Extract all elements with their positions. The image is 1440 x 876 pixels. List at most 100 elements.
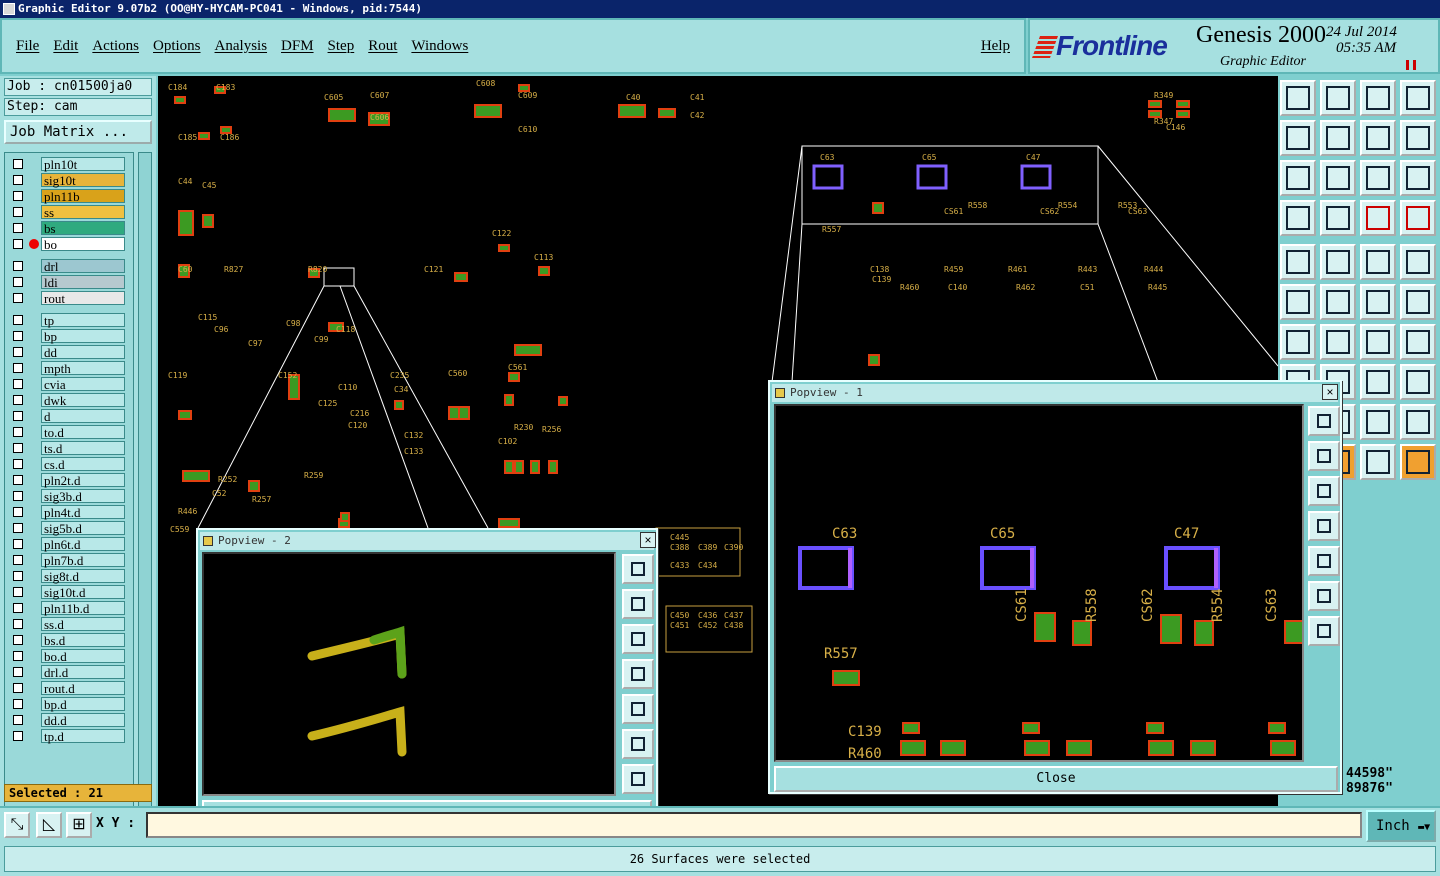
menu-edit[interactable]: Edit bbox=[53, 38, 78, 55]
popview-2-canvas[interactable] bbox=[202, 552, 616, 796]
save-icon[interactable] bbox=[1320, 80, 1356, 116]
layer-name[interactable]: sig8t.d bbox=[41, 569, 125, 583]
popview-1-titlebar[interactable]: Popview - 1 bbox=[772, 384, 1338, 402]
layer-checkbox[interactable] bbox=[13, 223, 23, 233]
popview-1-close-icon[interactable]: × bbox=[1322, 384, 1338, 400]
layer-checkbox[interactable] bbox=[13, 277, 23, 287]
layer-checkbox[interactable] bbox=[13, 731, 23, 741]
home-icon[interactable] bbox=[1360, 80, 1396, 116]
pan-left-icon[interactable] bbox=[1308, 511, 1340, 541]
layer-checkbox[interactable] bbox=[13, 331, 23, 341]
layer-name[interactable]: pln4t.d bbox=[41, 505, 125, 519]
layer-checkbox[interactable] bbox=[13, 555, 23, 565]
layer-checkbox[interactable] bbox=[13, 507, 23, 517]
popview-1-canvas[interactable]: C63 C65 C47 R557 CS61 R558 CS62 R554 CS63 C139 R46… bbox=[774, 404, 1304, 762]
route-icon[interactable] bbox=[1400, 444, 1436, 480]
pan-up-icon[interactable] bbox=[1308, 441, 1340, 471]
layer-name[interactable]: ldi bbox=[41, 275, 125, 289]
layer-name[interactable]: pln10t bbox=[41, 157, 125, 171]
layer-name[interactable]: dd bbox=[41, 345, 125, 359]
layer-name[interactable]: pln11b bbox=[41, 189, 125, 203]
add-feature-icon[interactable] bbox=[1280, 244, 1316, 280]
grid-icon[interactable]: ⊞ bbox=[66, 812, 92, 838]
menu-file[interactable]: File bbox=[16, 38, 39, 55]
layer-checkbox[interactable] bbox=[13, 587, 23, 597]
layer-checkbox[interactable] bbox=[13, 261, 23, 271]
font-icon[interactable] bbox=[1400, 324, 1436, 360]
layer-name[interactable]: pln6t.d bbox=[41, 537, 125, 551]
layer-checkbox[interactable] bbox=[13, 207, 23, 217]
pan-right-icon[interactable] bbox=[622, 694, 654, 724]
layer-name[interactable]: bo bbox=[41, 237, 125, 251]
layer-compare-icon[interactable] bbox=[1360, 200, 1396, 236]
layer-checkbox[interactable] bbox=[13, 379, 23, 389]
pan-left-icon[interactable] bbox=[622, 659, 654, 689]
layer-name[interactable]: sig5b.d bbox=[41, 521, 125, 535]
menu-options[interactable]: Options bbox=[153, 38, 201, 55]
layer-checkbox[interactable] bbox=[13, 443, 23, 453]
layer-checkbox[interactable] bbox=[13, 635, 23, 645]
menu-actions[interactable]: Actions bbox=[92, 38, 139, 55]
layer-name[interactable]: to.d bbox=[41, 425, 125, 439]
pause-icon[interactable] bbox=[1406, 60, 1416, 70]
arc-icon[interactable] bbox=[1360, 324, 1396, 360]
zoom-in-icon[interactable] bbox=[622, 729, 654, 759]
layer-name[interactable]: rout bbox=[41, 291, 125, 305]
layer-name[interactable]: rout.d bbox=[41, 681, 125, 695]
layer-name[interactable]: bs.d bbox=[41, 633, 125, 647]
help-query-icon[interactable] bbox=[1400, 160, 1436, 196]
popview-2-close-icon[interactable]: × bbox=[640, 532, 656, 548]
grid-icon[interactable] bbox=[1320, 200, 1356, 236]
layer-name[interactable]: ss.d bbox=[41, 617, 125, 631]
layer-checkbox[interactable] bbox=[13, 523, 23, 533]
redo-icon[interactable] bbox=[1400, 120, 1436, 156]
zoom-fit-icon[interactable] bbox=[622, 554, 654, 584]
layout-icon[interactable] bbox=[1400, 80, 1436, 116]
open-step-icon[interactable] bbox=[1280, 80, 1316, 116]
layer-checkbox[interactable] bbox=[13, 667, 23, 677]
menu-help[interactable]: Help bbox=[981, 38, 1010, 55]
zoom-in-icon[interactable] bbox=[1308, 581, 1340, 611]
layer-checkbox[interactable] bbox=[13, 347, 23, 357]
tool-c-icon[interactable] bbox=[1400, 364, 1436, 400]
layer-name[interactable]: dwk bbox=[41, 393, 125, 407]
layer-name[interactable]: bp.d bbox=[41, 697, 125, 711]
layer-checkbox[interactable] bbox=[13, 459, 23, 469]
layer-toggle-icon[interactable] bbox=[1400, 200, 1436, 236]
tool-f-icon[interactable] bbox=[1360, 404, 1396, 440]
cross-icon[interactable] bbox=[1320, 284, 1356, 320]
unit-selector[interactable]: Inch ▬▼ bbox=[1366, 810, 1436, 842]
pointer-icon[interactable] bbox=[1360, 444, 1396, 480]
snap-point-icon[interactable] bbox=[1400, 284, 1436, 320]
layer-checkbox[interactable] bbox=[13, 683, 23, 693]
layer-checkbox[interactable] bbox=[13, 191, 23, 201]
pan-down-icon[interactable] bbox=[622, 624, 654, 654]
zoom-out-icon[interactable] bbox=[1308, 616, 1340, 646]
layer-name[interactable]: tp.d bbox=[41, 729, 125, 743]
layer-checkbox[interactable] bbox=[13, 571, 23, 581]
layer-name[interactable]: tp bbox=[41, 313, 125, 327]
layer-checkbox[interactable] bbox=[13, 619, 23, 629]
menu-step[interactable]: Step bbox=[328, 38, 355, 55]
layer-checkbox[interactable] bbox=[13, 475, 23, 485]
layer-checkbox[interactable] bbox=[13, 395, 23, 405]
popview-1-close-button[interactable]: Close bbox=[774, 766, 1338, 792]
layer-name[interactable]: sig10t.d bbox=[41, 585, 125, 599]
layer-checkbox[interactable] bbox=[13, 427, 23, 437]
layer-checkbox[interactable] bbox=[13, 293, 23, 303]
measure-icon[interactable]: ◺ bbox=[36, 812, 62, 838]
layer-name[interactable]: mpth bbox=[41, 361, 125, 375]
pan-down-icon[interactable] bbox=[1308, 476, 1340, 506]
layer-name[interactable]: bs bbox=[41, 221, 125, 235]
layer-name[interactable]: bo.d bbox=[41, 649, 125, 663]
popview-2-titlebar[interactable]: Popview - 2 bbox=[200, 532, 654, 550]
layer-name[interactable]: sig10t bbox=[41, 173, 125, 187]
layer-name[interactable]: cs.d bbox=[41, 457, 125, 471]
tool-b-icon[interactable] bbox=[1360, 364, 1396, 400]
previous-icon[interactable] bbox=[1280, 120, 1316, 156]
layer-name[interactable]: sig3b.d bbox=[41, 489, 125, 503]
job-matrix-button[interactable]: Job Matrix ... bbox=[4, 120, 152, 144]
layer-checkbox[interactable] bbox=[13, 411, 23, 421]
layer-checkbox[interactable] bbox=[13, 175, 23, 185]
snap-icon[interactable]: ⤡ bbox=[4, 812, 30, 838]
